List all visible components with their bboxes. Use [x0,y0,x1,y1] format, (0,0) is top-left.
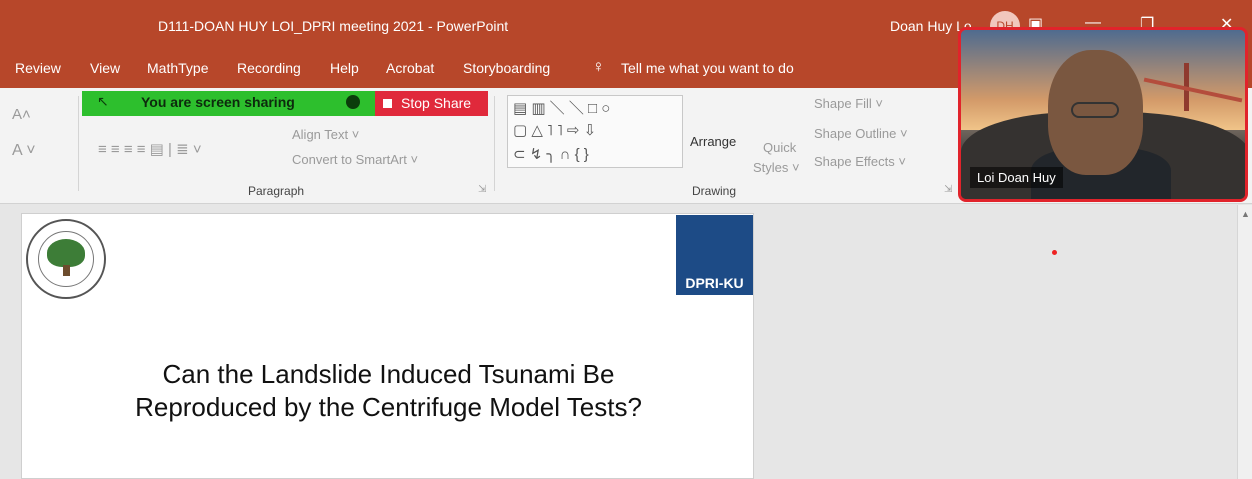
shield-check-icon [346,95,360,109]
shape-lines-icon[interactable]: ⊂ ↯ ╮ ∩ { } [513,145,589,163]
stop-share-button[interactable]: Stop Share [375,91,488,116]
slide-title: Can the Landslide Induced Tsunami Be Rep… [22,358,755,424]
tree-trunk [63,265,70,276]
scroll-up-icon[interactable]: ▲ [1241,209,1250,219]
tab-review[interactable]: Review [15,60,61,76]
kyoto-seal-logo [26,219,106,299]
tab-help[interactable]: Help [330,60,359,76]
shape-fill-button[interactable]: Shape Fill ˅ [814,96,883,111]
dpri-logo-text: DPRI-KU [685,275,744,291]
convert-smartart-button[interactable]: Convert to SmartArt ˅ [292,152,418,167]
quick-styles-line2[interactable]: Styles ˅ [753,160,800,175]
slide-canvas[interactable]: DPRI-KU Can the Landslide Induced Tsunam… [21,213,754,479]
window-title: D111-DOAN HUY LOI_DPRI meeting 2021 - Po… [158,18,509,34]
paragraph-launcher-icon[interactable]: ⇲ [478,184,486,195]
arrow-icon: ↖ [97,93,109,109]
tree-graphic [47,239,85,267]
drawing-launcher-icon[interactable]: ⇲ [944,184,952,195]
separator [494,96,495,191]
vertical-scrollbar[interactable]: ▲ [1237,205,1252,479]
lightbulb-icon: ♀ [592,57,605,76]
shape-effects-button[interactable]: Shape Effects ˅ [814,154,906,169]
dpri-logo: DPRI-KU [676,215,753,295]
align-text-button[interactable]: Align Text ˅ [292,127,359,142]
glasses-graphic [1071,102,1119,118]
quick-styles-line1[interactable]: Quick [763,140,796,155]
slide-title-line-1: Can the Landslide Induced Tsunami Be [162,359,615,389]
shapes-gallery[interactable]: ▤ ▥ ＼ ＼ □ ○ ▢ △ ˥ ˥ ⇨ ⇩ ⊂ ↯ ╮ ∩ { } [507,95,683,168]
tab-recording[interactable]: Recording [237,60,301,76]
drawing-group-label: Drawing [692,184,737,198]
tell-me-search[interactable]: Tell me what you want to do [621,60,794,76]
shape-outline-button[interactable]: Shape Outline ˅ [814,126,908,141]
separator [78,96,79,191]
screen-sharing-status: You are screen sharing [141,94,295,110]
tab-view[interactable]: View [90,60,120,76]
shape-textbox-icon[interactable]: ▤ ▥ ＼ ＼ □ ○ [513,97,610,118]
paragraph-group-label: Paragraph [248,184,305,198]
arrange-button[interactable]: Arrange [690,134,736,149]
align-buttons-icon[interactable]: ≡ ≡ ≡ ≡ ▤ | ≣ ˅ [98,140,202,158]
stop-square-icon [383,99,392,108]
participant-name-label: Loi Doan Huy [970,167,1063,188]
font-size-icon[interactable]: A˄ [12,106,31,123]
participant-video[interactable]: Loi Doan Huy [958,27,1248,202]
tab-acrobat[interactable]: Acrobat [386,60,434,76]
font-color-icon[interactable]: A ˅ [12,142,36,160]
laser-pointer-dot [1052,250,1057,255]
tab-storyboarding[interactable]: Storyboarding [463,60,550,76]
stop-share-label: Stop Share [401,95,472,111]
tab-mathtype[interactable]: MathType [147,60,208,76]
shape-basic-icon[interactable]: ▢ △ ˥ ˥ ⇨ ⇩ [513,121,596,139]
slide-title-line-2: Reproduced by the Centrifuge Model Tests… [135,392,642,422]
